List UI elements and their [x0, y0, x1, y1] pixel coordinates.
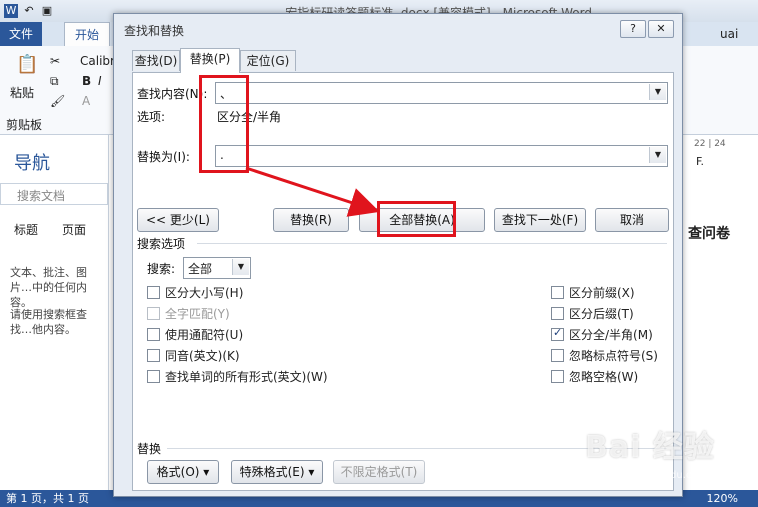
tab-replace[interactable]: 替换(P) — [180, 48, 240, 73]
baidu-watermark-url: jingyan.baidu.com — [615, 470, 708, 481]
baidu-watermark: Bai 经验 — [585, 430, 715, 465]
